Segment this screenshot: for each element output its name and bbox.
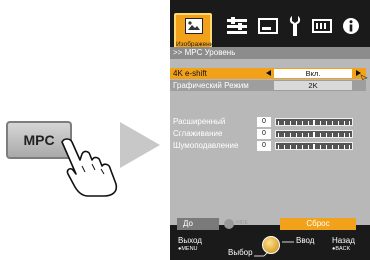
hide-toggle-icon[interactable] bbox=[224, 219, 234, 229]
before-button[interactable]: До bbox=[177, 218, 219, 230]
joystick-pointer-lines bbox=[254, 241, 294, 257]
slider-smoothing[interactable]: Сглаживание 0 bbox=[173, 129, 369, 139]
tab-settings[interactable] bbox=[226, 15, 248, 37]
arrow-right-icon bbox=[120, 122, 160, 168]
slider-ticks bbox=[278, 120, 350, 126]
tab-bar: Изображение bbox=[170, 9, 370, 51]
slider-ticks bbox=[278, 132, 350, 138]
reset-button[interactable]: Сброс bbox=[280, 218, 356, 230]
menu-item-label: Графический Режим bbox=[173, 81, 249, 90]
osd-menu: Изображение >> MPC Уровень 4K e-shift Вк… bbox=[170, 0, 370, 260]
menu-item-label: 4K e-shift bbox=[173, 69, 207, 78]
menu-title: >> MPC Уровень bbox=[170, 47, 370, 59]
menu-content: >> MPC Уровень 4K e-shift Вкл. Графическ… bbox=[170, 47, 370, 225]
nav-exit: Выход ●MENU bbox=[178, 236, 202, 254]
tab-information[interactable] bbox=[340, 15, 362, 37]
menu-item-4k-eshift[interactable]: 4K e-shift Вкл. bbox=[170, 68, 366, 79]
nav-hints: Выход ●MENU Выбор Ввод Назад ●BACK bbox=[170, 232, 370, 260]
menu-item-value: Вкл. bbox=[274, 69, 352, 78]
slider-noise-reduction[interactable]: Шумоподавление 0 bbox=[173, 141, 369, 151]
footer-bar: До HIDE Сброс bbox=[170, 218, 370, 230]
arrow-left-icon[interactable] bbox=[266, 70, 271, 76]
slider-track[interactable] bbox=[275, 142, 353, 150]
nav-select: Выбор bbox=[228, 248, 253, 257]
slider-label: Расширенный bbox=[173, 117, 226, 126]
slider-label: Сглаживание bbox=[173, 129, 223, 138]
slider-label: Шумоподавление bbox=[173, 141, 239, 150]
slider-value: 0 bbox=[257, 141, 271, 151]
tab-function[interactable] bbox=[311, 15, 333, 37]
tab-image[interactable]: Изображение bbox=[174, 13, 217, 51]
slider-ticks bbox=[278, 144, 350, 150]
wrench-icon bbox=[289, 16, 301, 36]
hide-label: HIDE bbox=[236, 220, 248, 226]
hdmi-icon bbox=[312, 19, 332, 33]
nav-back-label: Назад bbox=[332, 236, 355, 245]
info-icon bbox=[343, 18, 359, 34]
menu-item-graphic-mode[interactable]: Графический Режим 2K bbox=[170, 80, 366, 91]
nav-back: Назад ●BACK bbox=[332, 236, 355, 254]
slider-value: 0 bbox=[257, 129, 271, 139]
nav-back-key: ●BACK bbox=[332, 246, 351, 252]
settings-sliders-icon bbox=[227, 17, 247, 34]
slider-enhance[interactable]: Расширенный 0 bbox=[173, 117, 369, 127]
slider-value: 0 bbox=[257, 117, 271, 127]
nav-exit-label: Выход bbox=[178, 236, 202, 245]
tab-display[interactable] bbox=[257, 15, 279, 37]
nav-enter: Ввод bbox=[296, 236, 315, 245]
mpc-button-label: MPC bbox=[23, 132, 55, 148]
slider-track[interactable] bbox=[275, 130, 353, 138]
hand-pointer-icon bbox=[61, 138, 118, 197]
image-icon bbox=[185, 18, 203, 34]
nav-exit-key: ●MENU bbox=[178, 246, 198, 252]
slider-track[interactable] bbox=[275, 118, 353, 126]
display-icon bbox=[258, 18, 278, 34]
menu-item-value: 2K bbox=[274, 81, 352, 90]
tab-installation[interactable] bbox=[284, 15, 306, 37]
